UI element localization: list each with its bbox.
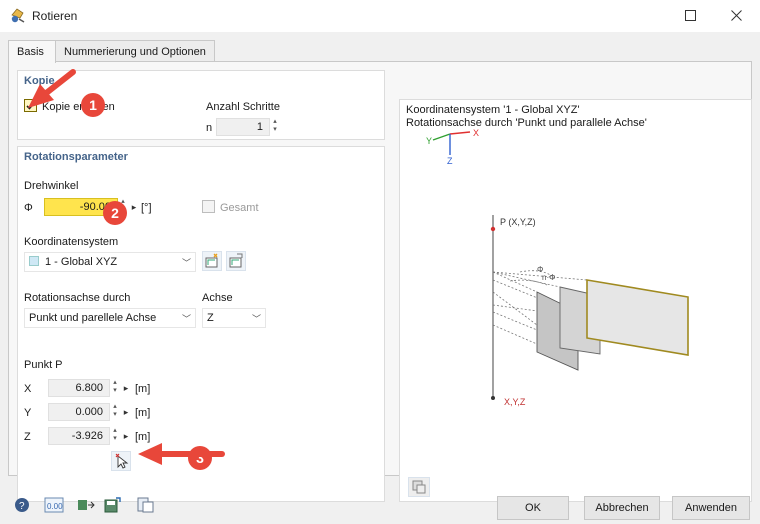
coord-system-swatch	[29, 256, 39, 266]
copy-group-title: Kopie	[24, 75, 55, 87]
cursor-pick-icon	[115, 453, 129, 469]
copy-group: Kopie Kopie erstellen Anzahl Schritte n …	[17, 70, 385, 140]
total-label: Gesamt	[220, 202, 259, 214]
point-x-unit: [m]	[135, 383, 151, 395]
point-x-label: X	[24, 383, 32, 395]
axis-label: Achse	[202, 292, 233, 304]
chevron-down-icon: ﹀	[181, 258, 191, 268]
cancel-button[interactable]: Abbrechen	[584, 496, 660, 520]
chevron-down-icon: ﹀	[181, 314, 191, 324]
save-icon	[104, 497, 121, 513]
svg-text:?: ?	[19, 501, 25, 512]
point-p-marker	[490, 226, 496, 232]
apply-button[interactable]: Anwenden	[672, 496, 750, 520]
tab-basis[interactable]: Basis	[8, 40, 56, 63]
close-icon	[730, 9, 742, 21]
units-button[interactable]	[76, 495, 96, 515]
callout-1: 1	[81, 93, 105, 117]
edit-coord-system-icon	[229, 253, 243, 268]
coord-system-label: Koordinatensystem	[24, 236, 119, 248]
steps-label: Anzahl Schritte	[206, 101, 280, 113]
units-icon	[78, 500, 95, 510]
help-icon: ?	[15, 498, 29, 512]
steps-spinner[interactable]: ▴ ▾	[270, 118, 280, 136]
checkmark-icon	[26, 101, 36, 110]
coord-system-select[interactable]: 1 - Global XYZ ﹀	[24, 252, 196, 272]
callout-2: 2	[103, 201, 127, 225]
axis-through-select[interactable]: Punkt und parellele Achse ﹀	[24, 308, 196, 328]
nphi-text: n·Φ	[542, 273, 556, 282]
axis-select[interactable]: Z ﹀	[202, 308, 266, 328]
axis-through-value: Punkt und parellele Achse	[29, 312, 157, 324]
callout-3: 3	[188, 446, 212, 470]
steps-var-label: n	[206, 122, 213, 134]
point-z-unit: [m]	[135, 431, 151, 443]
point-y-input[interactable]: 0.000	[48, 403, 110, 421]
tab-numbering-options[interactable]: Nummerierung und Optionen	[55, 40, 215, 62]
decimal-places-icon: 0.00	[44, 497, 64, 513]
dialog-body: Basis Nummerierung und Optionen Kopie Ko…	[0, 32, 760, 524]
maximize-icon	[684, 9, 696, 21]
rotation-diagram: X Y Z P (X,Y,Z) X,Y,Z Φ n·Φ	[426, 128, 689, 407]
angle-unit: [°]	[141, 202, 152, 214]
axis-through-label: Rotationsachse durch	[24, 292, 131, 304]
point-x-spinner[interactable]: ▴ ▾	[110, 379, 120, 397]
point-label: Punkt P	[24, 359, 63, 371]
save-settings-button[interactable]	[103, 495, 123, 515]
angle-menu-arrow[interactable]: ▸	[129, 198, 139, 216]
axis-triad-icon	[432, 131, 471, 155]
axis-value: Z	[207, 312, 214, 324]
new-coord-system-button[interactable]	[202, 251, 222, 271]
decimal-places-button[interactable]: 0.00	[44, 495, 64, 515]
point-z-label: Z	[24, 431, 31, 443]
load-icon	[137, 497, 154, 513]
angle-symbol: Φ	[24, 202, 33, 214]
title-bar: Rotieren	[0, 0, 760, 32]
app-icon	[11, 8, 25, 23]
point-y-spinner[interactable]: ▴ ▾	[110, 403, 120, 421]
origin-marker	[491, 396, 495, 400]
tab-page: Kopie Kopie erstellen Anzahl Schritte n …	[8, 61, 752, 502]
total-checkbox[interactable]	[202, 200, 215, 213]
point-x-menu-arrow[interactable]: ▸	[121, 379, 131, 397]
view-icon	[412, 480, 426, 494]
rotation-group-title: Rotationsparameter	[24, 151, 128, 163]
point-y-label: Y	[24, 407, 32, 419]
copy-checkbox[interactable]	[24, 99, 37, 112]
tab-numbering-label: Nummerierung und Optionen	[64, 46, 206, 58]
tab-basis-label: Basis	[17, 46, 44, 58]
axis-y-label: Y	[426, 136, 432, 146]
steps-input[interactable]: 1	[216, 118, 270, 136]
point-z-menu-arrow[interactable]: ▸	[121, 427, 131, 445]
axis-x-label: X	[473, 128, 479, 138]
preview-view-button[interactable]	[408, 477, 430, 497]
original-plate	[586, 279, 689, 356]
window-title: Rotieren	[32, 9, 78, 23]
svg-text:0.00: 0.00	[47, 502, 63, 511]
help-button[interactable]: ?	[12, 495, 32, 515]
angle-label: Drehwinkel	[24, 180, 79, 192]
maximize-button[interactable]	[667, 0, 713, 30]
origin-text: X,Y,Z	[504, 397, 526, 407]
ok-button[interactable]: OK	[497, 496, 569, 520]
axis-z-label: Z	[447, 156, 453, 166]
point-z-input[interactable]: -3.926	[48, 427, 110, 445]
new-coord-system-icon	[205, 253, 218, 268]
pick-point-button[interactable]	[111, 451, 131, 471]
point-y-menu-arrow[interactable]: ▸	[121, 403, 131, 421]
chevron-down-icon: ﹀	[251, 314, 261, 324]
edit-coord-system-button[interactable]	[226, 251, 246, 271]
point-x-input[interactable]: 6.800	[48, 379, 110, 397]
coord-system-value: 1 - Global XYZ	[45, 256, 118, 268]
point-p-text: P (X,Y,Z)	[500, 217, 536, 227]
close-button[interactable]	[713, 0, 759, 30]
load-settings-button[interactable]	[136, 495, 156, 515]
preview-panel: Koordinatensystem '1 - Global XYZ' Rotat…	[399, 99, 752, 502]
point-z-spinner[interactable]: ▴ ▾	[110, 427, 120, 445]
point-y-unit: [m]	[135, 407, 151, 419]
